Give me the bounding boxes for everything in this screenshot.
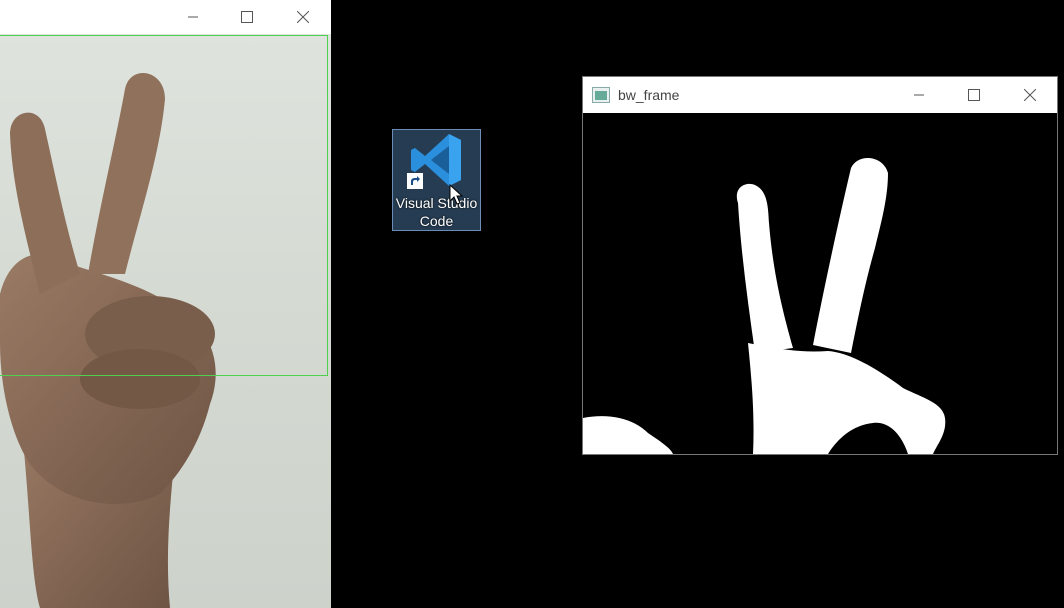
maximize-icon (241, 11, 253, 23)
camera-titlebar[interactable] (0, 0, 331, 34)
minimize-icon (914, 94, 924, 96)
mouse-cursor-icon (449, 184, 463, 205)
close-button[interactable] (1007, 77, 1053, 113)
bw-titlebar[interactable]: bw_frame (583, 77, 1057, 113)
minimize-button[interactable] (170, 0, 216, 34)
minimize-button[interactable] (896, 77, 942, 113)
minimize-icon (188, 16, 198, 18)
close-button[interactable] (280, 0, 326, 34)
bw-frame-image (583, 113, 1057, 454)
close-icon (1024, 89, 1036, 101)
camera-window[interactable] (0, 0, 331, 608)
maximize-icon (968, 89, 980, 101)
window-title: bw_frame (618, 87, 680, 103)
shortcut-label: Visual Studio Code (395, 195, 478, 229)
roi-rectangle (0, 35, 328, 376)
bw-frame-window[interactable]: bw_frame (582, 76, 1058, 455)
close-icon (297, 11, 309, 23)
binary-mask (583, 157, 946, 454)
shortcut-arrow-icon (407, 173, 423, 189)
vscode-shortcut[interactable]: Visual Studio Code (392, 129, 481, 231)
maximize-button[interactable] (224, 0, 270, 34)
maximize-button[interactable] (951, 77, 997, 113)
window-app-icon (592, 87, 610, 103)
camera-frame (0, 34, 331, 608)
